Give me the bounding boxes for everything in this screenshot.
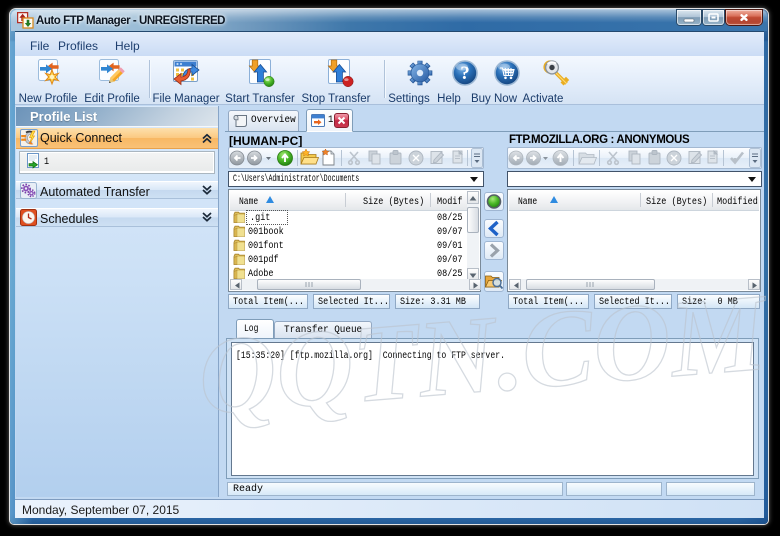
- svg-text:?: ?: [460, 63, 470, 84]
